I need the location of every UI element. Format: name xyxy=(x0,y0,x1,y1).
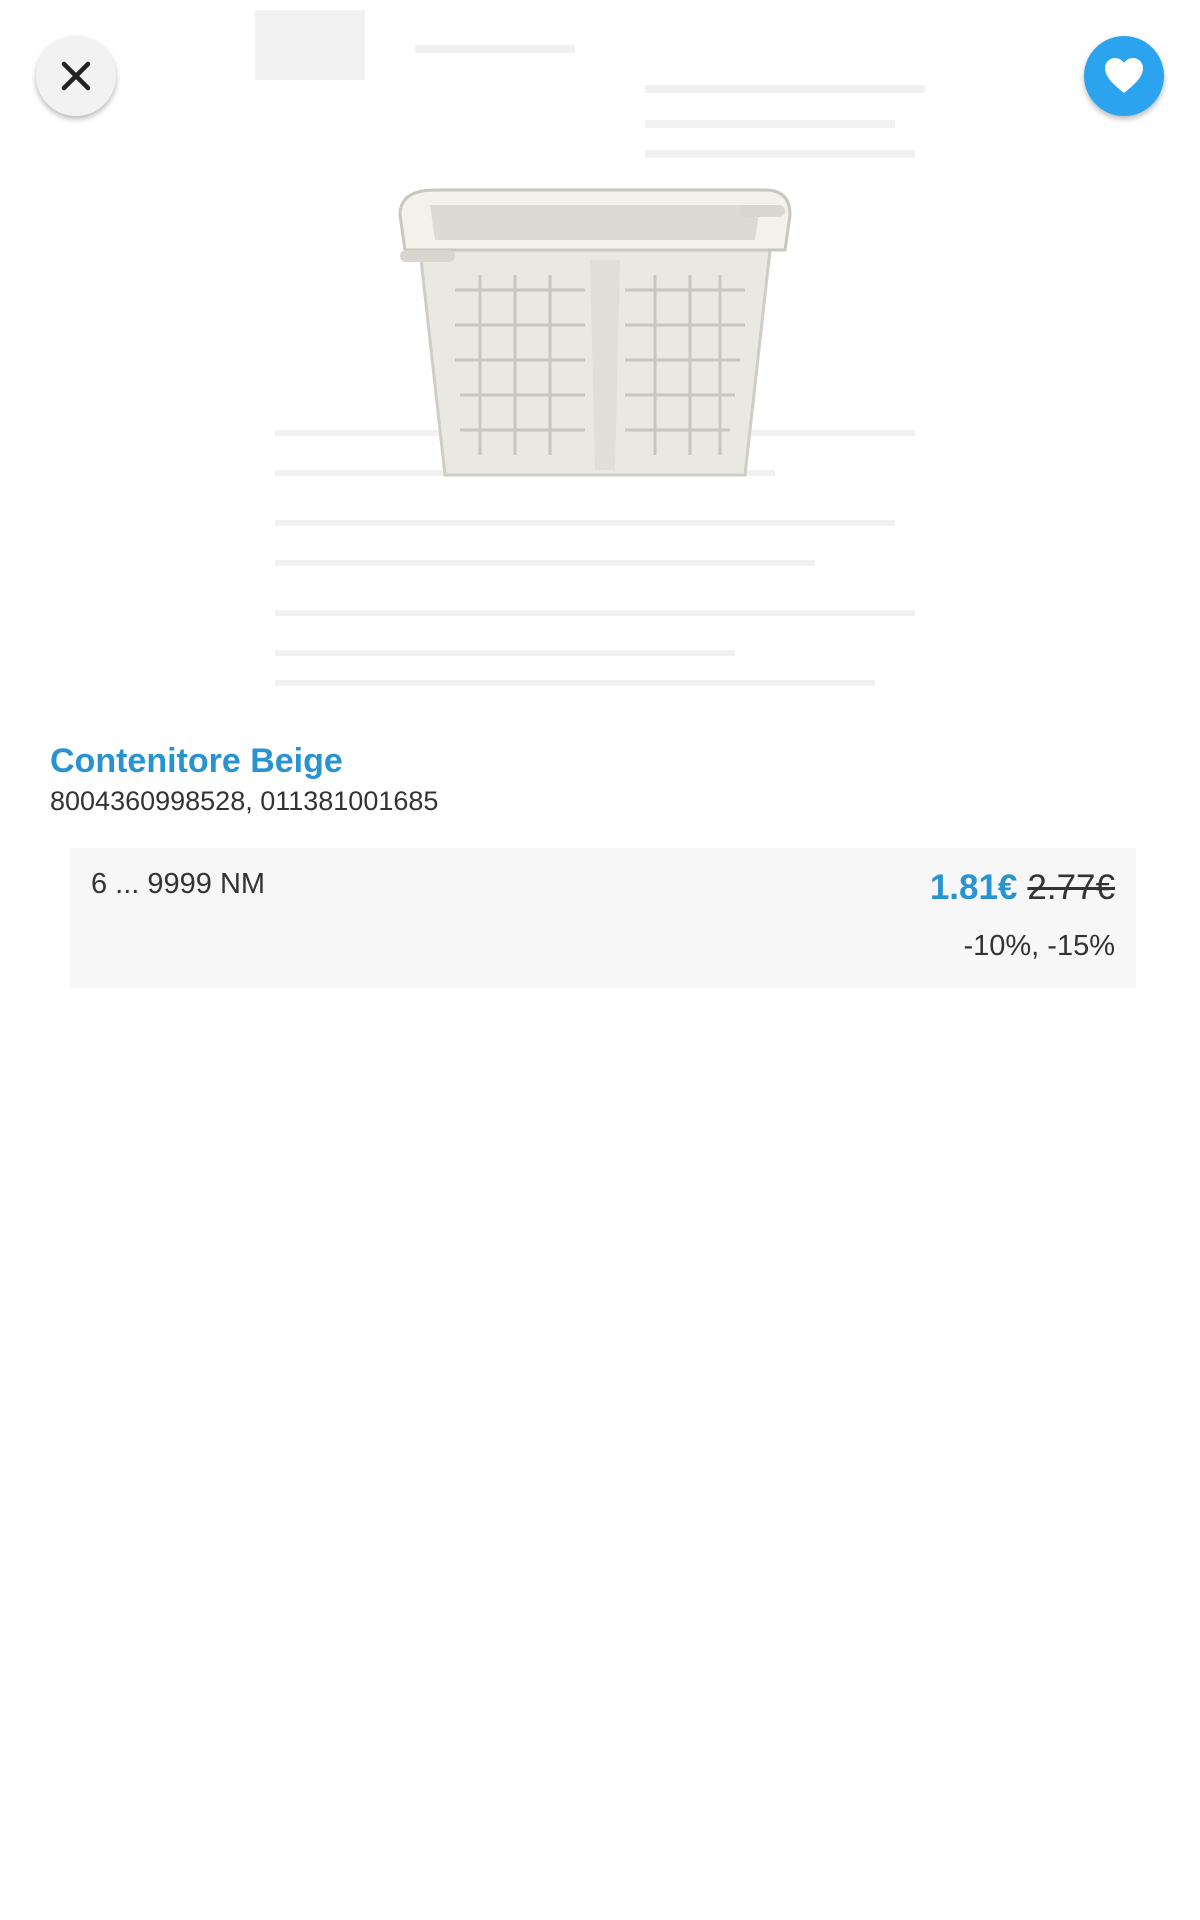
current-price: 1.81€ xyxy=(929,868,1018,907)
price-tier-card: 6 ... 9999 NM 1.81€ 2.77€ -10%, -15% xyxy=(70,848,1136,988)
product-codes: 8004360998528, 011381001685 xyxy=(50,786,439,816)
price-row: 1.81€ 2.77€ xyxy=(930,868,1115,908)
product-title: Contenitore Beige xyxy=(50,742,343,780)
favorite-button[interactable] xyxy=(1084,36,1164,116)
old-price: 2.77€ xyxy=(1027,868,1115,907)
close-button[interactable] xyxy=(36,36,116,116)
heart-icon xyxy=(1105,58,1143,93)
close-icon xyxy=(61,61,91,91)
discount-rates: -10%, -15% xyxy=(963,930,1115,962)
quantity-range: 6 ... 9999 NM xyxy=(91,868,266,900)
product-image xyxy=(255,0,955,700)
